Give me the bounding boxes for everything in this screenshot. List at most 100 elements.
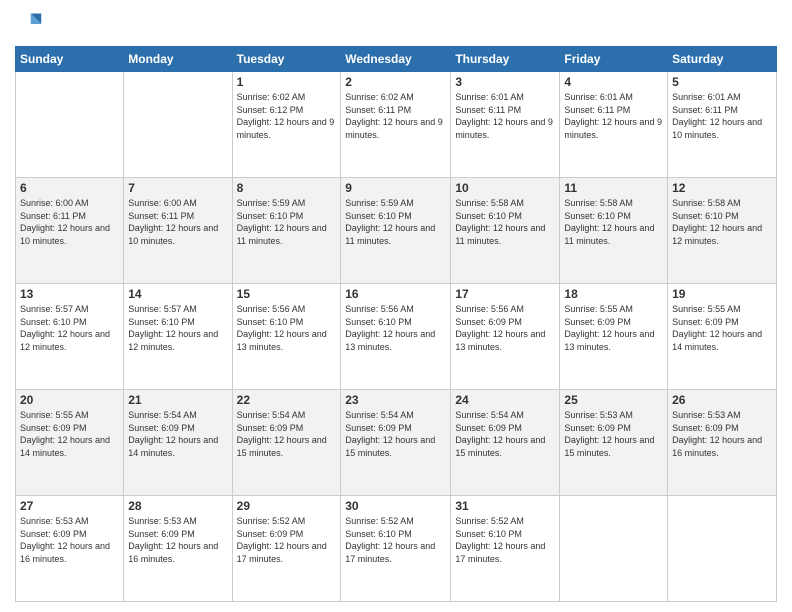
day-number: 16	[345, 287, 446, 301]
day-header-saturday: Saturday	[668, 47, 777, 72]
day-number: 5	[672, 75, 772, 89]
day-number: 9	[345, 181, 446, 195]
day-info: Sunrise: 5:54 AM Sunset: 6:09 PM Dayligh…	[237, 409, 337, 459]
calendar-table: SundayMondayTuesdayWednesdayThursdayFrid…	[15, 46, 777, 602]
day-number: 23	[345, 393, 446, 407]
day-info: Sunrise: 5:55 AM Sunset: 6:09 PM Dayligh…	[20, 409, 119, 459]
calendar-cell: 26 Sunrise: 5:53 AM Sunset: 6:09 PM Dayli…	[668, 390, 777, 496]
day-number: 28	[128, 499, 227, 513]
day-info: Sunrise: 5:59 AM Sunset: 6:10 PM Dayligh…	[345, 197, 446, 247]
day-number: 29	[237, 499, 337, 513]
calendar-cell	[560, 496, 668, 602]
logo	[15, 10, 47, 38]
calendar-cell: 29 Sunrise: 5:52 AM Sunset: 6:09 PM Dayli…	[232, 496, 341, 602]
day-number: 2	[345, 75, 446, 89]
calendar-cell: 13Sunrise: 5:57 AM Sunset: 6:10 PM Dayli…	[16, 284, 124, 390]
calendar-cell: 6Sunrise: 6:00 AM Sunset: 6:11 PM Daylig…	[16, 178, 124, 284]
calendar-cell: 4 Sunrise: 6:01 AM Sunset: 6:11 PM Daylig…	[560, 72, 668, 178]
calendar-cell: 9 Sunrise: 5:59 AM Sunset: 6:10 PM Daylig…	[341, 178, 451, 284]
day-info: Sunrise: 5:57 AM Sunset: 6:10 PM Dayligh…	[128, 303, 227, 353]
day-info: Sunrise: 5:52 AM Sunset: 6:09 PM Dayligh…	[237, 515, 337, 565]
day-header-tuesday: Tuesday	[232, 47, 341, 72]
calendar-cell: 1 Sunrise: 6:02 AM Sunset: 6:12 PM Daylig…	[232, 72, 341, 178]
day-number: 3	[455, 75, 555, 89]
day-info: Sunrise: 5:55 AM Sunset: 6:09 PM Dayligh…	[672, 303, 772, 353]
day-info: Sunrise: 5:58 AM Sunset: 6:10 PM Dayligh…	[455, 197, 555, 247]
day-info: Sunrise: 5:53 AM Sunset: 6:09 PM Dayligh…	[672, 409, 772, 459]
day-number: 21	[128, 393, 227, 407]
day-info: Sunrise: 5:59 AM Sunset: 6:10 PM Dayligh…	[237, 197, 337, 247]
day-number: 4	[564, 75, 663, 89]
day-number: 11	[564, 181, 663, 195]
day-number: 7	[128, 181, 227, 195]
day-header-monday: Monday	[124, 47, 232, 72]
calendar-cell	[668, 496, 777, 602]
day-number: 20	[20, 393, 119, 407]
day-number: 26	[672, 393, 772, 407]
day-info: Sunrise: 5:56 AM Sunset: 6:09 PM Dayligh…	[455, 303, 555, 353]
calendar-cell: 22 Sunrise: 5:54 AM Sunset: 6:09 PM Dayli…	[232, 390, 341, 496]
calendar-cell: 21Sunrise: 5:54 AM Sunset: 6:09 PM Dayli…	[124, 390, 232, 496]
calendar-cell: 20 Sunrise: 5:55 AM Sunset: 6:09 PM Dayli…	[16, 390, 124, 496]
day-number: 30	[345, 499, 446, 513]
day-number: 10	[455, 181, 555, 195]
calendar-week-row: 6Sunrise: 6:00 AM Sunset: 6:11 PM Daylig…	[16, 178, 777, 284]
calendar-cell: 8 Sunrise: 5:59 AM Sunset: 6:10 PM Daylig…	[232, 178, 341, 284]
logo-icon	[15, 10, 43, 38]
calendar-cell: 19 Sunrise: 5:55 AM Sunset: 6:09 PM Dayli…	[668, 284, 777, 390]
calendar-cell: 27Sunrise: 5:53 AM Sunset: 6:09 PM Dayli…	[16, 496, 124, 602]
day-info: Sunrise: 5:52 AM Sunset: 6:10 PM Dayligh…	[345, 515, 446, 565]
header	[15, 10, 777, 38]
day-info: Sunrise: 6:01 AM Sunset: 6:11 PM Dayligh…	[672, 91, 772, 141]
calendar-cell	[16, 72, 124, 178]
day-info: Sunrise: 6:00 AM Sunset: 6:11 PM Dayligh…	[128, 197, 227, 247]
day-number: 19	[672, 287, 772, 301]
calendar-cell: 10 Sunrise: 5:58 AM Sunset: 6:10 PM Dayli…	[451, 178, 560, 284]
day-info: Sunrise: 6:02 AM Sunset: 6:11 PM Dayligh…	[345, 91, 446, 141]
day-info: Sunrise: 5:53 AM Sunset: 6:09 PM Dayligh…	[20, 515, 119, 565]
day-header-friday: Friday	[560, 47, 668, 72]
day-number: 1	[237, 75, 337, 89]
day-info: Sunrise: 5:58 AM Sunset: 6:10 PM Dayligh…	[564, 197, 663, 247]
calendar-cell: 15 Sunrise: 5:56 AM Sunset: 6:10 PM Dayli…	[232, 284, 341, 390]
day-number: 31	[455, 499, 555, 513]
calendar-cell: 16 Sunrise: 5:56 AM Sunset: 6:10 PM Dayli…	[341, 284, 451, 390]
day-number: 8	[237, 181, 337, 195]
calendar-cell	[124, 72, 232, 178]
calendar-cell: 31 Sunrise: 5:52 AM Sunset: 6:10 PM Dayli…	[451, 496, 560, 602]
day-number: 12	[672, 181, 772, 195]
calendar-cell: 3 Sunrise: 6:01 AM Sunset: 6:11 PM Daylig…	[451, 72, 560, 178]
calendar-cell: 2 Sunrise: 6:02 AM Sunset: 6:11 PM Daylig…	[341, 72, 451, 178]
day-number: 25	[564, 393, 663, 407]
day-info: Sunrise: 5:54 AM Sunset: 6:09 PM Dayligh…	[345, 409, 446, 459]
day-info: Sunrise: 6:02 AM Sunset: 6:12 PM Dayligh…	[237, 91, 337, 141]
day-info: Sunrise: 6:01 AM Sunset: 6:11 PM Dayligh…	[564, 91, 663, 141]
day-info: Sunrise: 5:52 AM Sunset: 6:10 PM Dayligh…	[455, 515, 555, 565]
day-info: Sunrise: 5:54 AM Sunset: 6:09 PM Dayligh…	[455, 409, 555, 459]
day-number: 22	[237, 393, 337, 407]
calendar-cell: 12Sunrise: 5:58 AM Sunset: 6:10 PM Dayli…	[668, 178, 777, 284]
calendar-cell: 14 Sunrise: 5:57 AM Sunset: 6:10 PM Dayli…	[124, 284, 232, 390]
calendar-cell: 25 Sunrise: 5:53 AM Sunset: 6:09 PM Dayli…	[560, 390, 668, 496]
calendar-cell: 30 Sunrise: 5:52 AM Sunset: 6:10 PM Dayli…	[341, 496, 451, 602]
calendar-week-row: 20 Sunrise: 5:55 AM Sunset: 6:09 PM Dayli…	[16, 390, 777, 496]
day-header-thursday: Thursday	[451, 47, 560, 72]
calendar-cell: 24Sunrise: 5:54 AM Sunset: 6:09 PM Dayli…	[451, 390, 560, 496]
calendar-cell: 18 Sunrise: 5:55 AM Sunset: 6:09 PM Dayli…	[560, 284, 668, 390]
day-number: 14	[128, 287, 227, 301]
day-info: Sunrise: 6:00 AM Sunset: 6:11 PM Dayligh…	[20, 197, 119, 247]
day-info: Sunrise: 5:55 AM Sunset: 6:09 PM Dayligh…	[564, 303, 663, 353]
calendar-cell: 5 Sunrise: 6:01 AM Sunset: 6:11 PM Daylig…	[668, 72, 777, 178]
day-info: Sunrise: 5:56 AM Sunset: 6:10 PM Dayligh…	[345, 303, 446, 353]
day-info: Sunrise: 5:53 AM Sunset: 6:09 PM Dayligh…	[128, 515, 227, 565]
day-header-sunday: Sunday	[16, 47, 124, 72]
day-info: Sunrise: 6:01 AM Sunset: 6:11 PM Dayligh…	[455, 91, 555, 141]
day-info: Sunrise: 5:53 AM Sunset: 6:09 PM Dayligh…	[564, 409, 663, 459]
calendar-cell: 23 Sunrise: 5:54 AM Sunset: 6:09 PM Dayli…	[341, 390, 451, 496]
day-number: 18	[564, 287, 663, 301]
calendar-week-row: 1 Sunrise: 6:02 AM Sunset: 6:12 PM Daylig…	[16, 72, 777, 178]
day-number: 15	[237, 287, 337, 301]
day-number: 17	[455, 287, 555, 301]
calendar-header-row: SundayMondayTuesdayWednesdayThursdayFrid…	[16, 47, 777, 72]
day-info: Sunrise: 5:56 AM Sunset: 6:10 PM Dayligh…	[237, 303, 337, 353]
